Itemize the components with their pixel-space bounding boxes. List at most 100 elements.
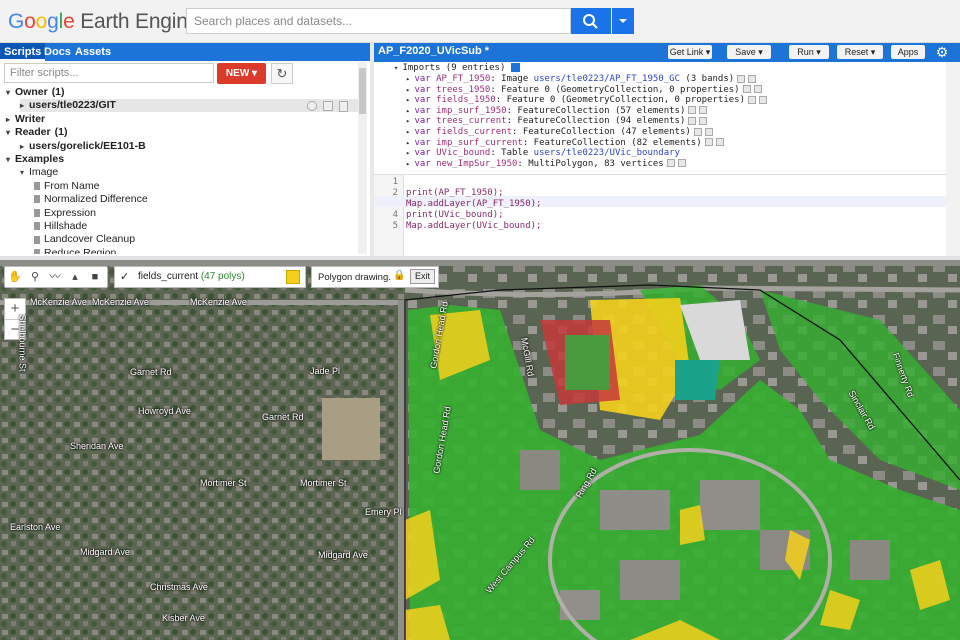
earth-engine-logo[interactable]: Google Earth Engine (8, 10, 199, 34)
tree-item[interactable]: Reduce Region (34, 247, 116, 254)
marker-icon[interactable]: ⚲ (27, 270, 43, 284)
tree-item[interactable]: Hillshade (34, 220, 87, 233)
zoom-out-button[interactable]: − (5, 319, 25, 339)
import-entry[interactable]: ▸ var imp_surf_current: FeatureCollectio… (406, 138, 724, 149)
tree-item[interactable]: Expression (34, 207, 96, 220)
hand-icon[interactable]: ✋ (7, 270, 23, 284)
tree-item[interactable]: ▾ Reader (1) (6, 126, 67, 139)
import-asset-link[interactable]: users/tle0223/AP_FT_1950_GC (534, 74, 680, 84)
tree-item-label: Writer (15, 112, 46, 125)
tree-item-label: Expression (44, 206, 96, 219)
imports-section: ▾ Imports (9 entries) ▸ var AP_FT_1950: … (374, 62, 946, 172)
import-delete-icon[interactable] (748, 74, 757, 83)
search-button[interactable] (571, 8, 611, 34)
import-show-icon[interactable] (748, 95, 756, 104)
import-show-icon[interactable] (737, 74, 746, 83)
import-variable-name[interactable]: imp_surf_current (436, 138, 523, 148)
delete-icon[interactable] (339, 101, 348, 112)
search-options-button[interactable] (612, 8, 634, 34)
import-config-icon[interactable] (510, 63, 520, 72)
tree-scrollbar-thumb[interactable] (359, 68, 366, 114)
drawing-status-text: Polygon drawing. (318, 272, 391, 283)
refresh-button[interactable]: ↻ (271, 63, 293, 84)
tree-item-label: Hillshade (44, 220, 88, 232)
import-variable-name[interactable]: fields_current (436, 127, 512, 137)
script-tree: ▾ Owner (1) ▸ users/tle0223/GIT ▸ Writer ▾ Reade… (0, 86, 360, 254)
import-variable-name[interactable]: trees_current (436, 116, 506, 126)
import-show-icon[interactable] (688, 116, 697, 125)
import-description: Image (501, 74, 529, 84)
tab-docs[interactable]: Docs (40, 43, 75, 61)
import-show-icon[interactable] (704, 138, 713, 147)
rectangle-icon[interactable]: ■ (87, 270, 103, 284)
history-icon[interactable] (307, 101, 317, 111)
layer-label[interactable]: fields_current (47 polys) (138, 271, 245, 282)
import-delete-icon[interactable] (753, 85, 762, 94)
search-input[interactable]: Search places and datasets... (186, 8, 571, 34)
import-show-icon[interactable] (693, 127, 702, 136)
run-button[interactable]: Run ▾ (789, 45, 829, 59)
tab-scripts[interactable]: Scripts (0, 43, 46, 61)
import-show-icon[interactable] (742, 85, 751, 94)
get-link-label: Get Link (669, 47, 704, 57)
import-delete-icon[interactable] (677, 159, 686, 168)
tree-item[interactable]: Normalized Difference (34, 193, 148, 206)
new-script-button[interactable]: NEW ▾ (217, 63, 266, 84)
tab-assets[interactable]: Assets (71, 43, 115, 61)
import-entry[interactable]: ▸ var AP_FT_1950: Image users/tle0223/AP… (406, 74, 757, 85)
tree-item[interactable]: ▾ Image (20, 166, 58, 179)
import-variable-name[interactable]: AP_FT_1950 (436, 74, 490, 84)
map-canvas[interactable] (0, 260, 960, 640)
import-delete-icon[interactable] (699, 116, 708, 125)
import-variable-name[interactable]: new_ImpSur_1950 (436, 159, 517, 169)
import-variable-name[interactable]: UVic_bound (436, 148, 490, 158)
tree-item[interactable]: ▾ Owner (1) (6, 86, 65, 99)
import-entry[interactable]: ▸ var new_ImpSur_1950: MultiPolygon, 83 … (406, 159, 686, 170)
tree-item[interactable]: Landcover Cleanup (34, 233, 135, 246)
code-line[interactable]: Map.addLayer(UVic_bound); (406, 221, 541, 232)
settings-icon[interactable] (323, 101, 333, 111)
editor-scrollbar[interactable] (946, 62, 960, 256)
exit-drawing-button[interactable]: Exit (410, 269, 435, 284)
checkmark-icon[interactable]: ✓ (120, 270, 129, 283)
import-delete-icon[interactable] (699, 106, 708, 115)
reset-button[interactable]: Reset ▾ (837, 45, 883, 59)
import-entry[interactable]: ▸ var imp_surf_1950: FeatureCollection (… (406, 106, 708, 117)
tree-item[interactable]: From Name (34, 180, 99, 193)
import-entry[interactable]: ▸ var trees_1950: Feature 0 (GeometryCol… (406, 85, 762, 96)
polygon-icon[interactable]: ▴ (67, 270, 83, 284)
code-line[interactable]: print(UVic_bound); (406, 210, 504, 221)
import-variable-name[interactable]: fields_1950 (436, 95, 496, 105)
tree-item[interactable]: ▸ Writer (6, 113, 45, 126)
import-asset-link[interactable]: users/tle0223/UVic_boundary (534, 148, 680, 158)
import-show-icon[interactable] (688, 106, 697, 115)
import-delete-icon[interactable] (704, 127, 713, 136)
gear-icon[interactable]: ⚙ (934, 44, 950, 60)
reset-label: Reset (844, 47, 869, 57)
zoom-in-button[interactable]: + (5, 299, 25, 319)
import-variable-name[interactable]: imp_surf_1950 (436, 106, 506, 116)
code-line[interactable]: Map.addLayer(AP_FT_1950); (406, 199, 541, 210)
import-description: Feature 0 (GeometryCollection, 0 propert… (501, 84, 740, 95)
line-icon[interactable]: 〰 (47, 270, 63, 284)
imports-header[interactable]: ▾ Imports (9 entries) (394, 63, 520, 74)
import-entry[interactable]: ▸ var UVic_bound: Table users/tle0223/UV… (406, 148, 680, 159)
import-variable-name[interactable]: trees_1950 (436, 85, 490, 95)
import-delete-icon[interactable] (759, 95, 767, 104)
import-entry[interactable]: ▸ var fields_current: FeatureCollection … (406, 127, 713, 138)
import-entry[interactable]: ▸ var trees_current: FeatureCollection (… (406, 116, 708, 127)
code-line[interactable]: print(AP_FT_1950); (406, 188, 504, 199)
save-button[interactable]: Save ▾ (727, 45, 771, 59)
tree-item[interactable]: ▾ Examples (6, 153, 64, 166)
layer-color-swatch[interactable] (286, 270, 300, 284)
import-delete-icon[interactable] (715, 138, 724, 147)
import-entry[interactable]: ▸ var fields_1950: Feature 0 (GeometryCo… (406, 95, 767, 106)
lock-icon[interactable]: 🔒 (393, 270, 405, 281)
tree-item[interactable]: ▸ users/gorelick/EE101-B (20, 140, 146, 153)
expand-arrow-icon: ▸ (6, 114, 11, 124)
file-icon (34, 208, 40, 217)
filter-scripts-input[interactable]: Filter scripts... (4, 63, 214, 83)
apps-button[interactable]: Apps (891, 45, 925, 59)
get-link-button[interactable]: Get Link ▾ (668, 45, 712, 59)
import-show-icon[interactable] (666, 159, 675, 168)
